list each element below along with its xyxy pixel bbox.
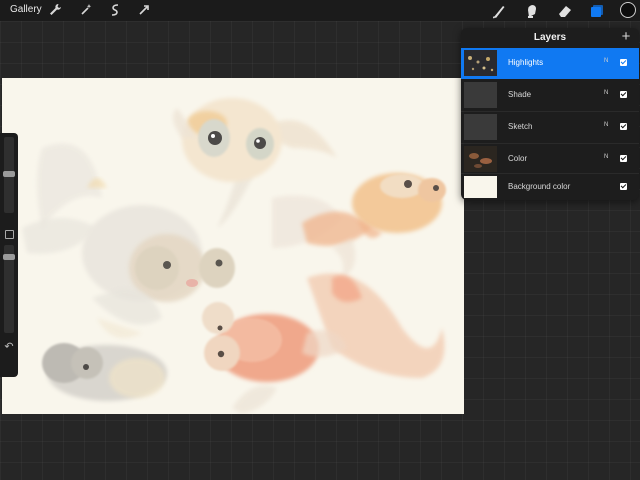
selection-icon[interactable] bbox=[107, 2, 123, 18]
layer-name: Color bbox=[508, 154, 528, 163]
brush-sidebar: ↶ bbox=[0, 133, 18, 377]
layer-visibility-checkbox[interactable] bbox=[620, 183, 627, 190]
brush-icon[interactable] bbox=[490, 2, 508, 20]
color-picker-swatch[interactable] bbox=[620, 2, 636, 18]
layer-name: Sketch bbox=[508, 122, 533, 131]
layer-thumbnail bbox=[464, 146, 497, 172]
layer-visibility-checkbox[interactable] bbox=[620, 91, 627, 98]
layers-panel-title: Layers bbox=[533, 32, 567, 43]
layer-visibility-checkbox[interactable] bbox=[620, 59, 627, 66]
top-toolbar: Gallery bbox=[0, 0, 640, 21]
layer-visibility-checkbox[interactable] bbox=[620, 155, 627, 162]
goldfish-right bbox=[272, 173, 446, 278]
layer-row-background-color[interactable]: Background color bbox=[461, 173, 639, 201]
layer-name: Shade bbox=[508, 90, 532, 99]
blend-mode-button[interactable]: N bbox=[604, 90, 608, 96]
blend-mode-button[interactable]: N bbox=[604, 154, 608, 160]
layer-thumbnail bbox=[464, 82, 497, 108]
layer-thumbnail bbox=[464, 50, 497, 76]
goldfish-bottom bbox=[202, 273, 445, 414]
modify-button[interactable] bbox=[5, 230, 14, 239]
brush-size-slider[interactable] bbox=[3, 137, 15, 213]
layer-name: Highlights bbox=[508, 58, 544, 67]
background-color-swatch bbox=[464, 176, 497, 198]
add-layer-button[interactable]: + bbox=[619, 28, 633, 46]
layers-icon[interactable] bbox=[588, 2, 606, 20]
smudge-icon[interactable] bbox=[523, 2, 541, 20]
layer-row-color[interactable]: Color N bbox=[461, 143, 639, 175]
layer-row-highlights[interactable]: Highlights N bbox=[461, 48, 639, 79]
transform-icon[interactable] bbox=[136, 2, 152, 18]
undo-icon[interactable]: ↶ bbox=[2, 340, 16, 354]
drawing-canvas[interactable] bbox=[2, 78, 464, 414]
blend-mode-button[interactable]: N bbox=[604, 58, 608, 64]
layers-panel: Layers + Highlights N Shade N Sketch N C… bbox=[461, 28, 639, 200]
layer-row-shade[interactable]: Shade N bbox=[461, 80, 639, 111]
wrench-icon[interactable] bbox=[47, 2, 63, 18]
gallery-button[interactable]: Gallery bbox=[10, 4, 42, 15]
layer-visibility-checkbox[interactable] bbox=[620, 123, 627, 130]
brush-size-thumb[interactable] bbox=[3, 171, 15, 177]
eraser-icon[interactable] bbox=[556, 2, 574, 20]
layer-name: Background color bbox=[508, 182, 571, 191]
layer-thumbnail bbox=[464, 114, 497, 140]
opacity-slider[interactable] bbox=[3, 245, 15, 333]
blend-mode-button[interactable]: N bbox=[604, 122, 608, 128]
layer-row-sketch[interactable]: Sketch N bbox=[461, 111, 639, 143]
goldfish-bottom-left bbox=[42, 343, 167, 401]
opacity-thumb[interactable] bbox=[3, 254, 15, 260]
magic-wand-icon[interactable] bbox=[78, 2, 94, 18]
